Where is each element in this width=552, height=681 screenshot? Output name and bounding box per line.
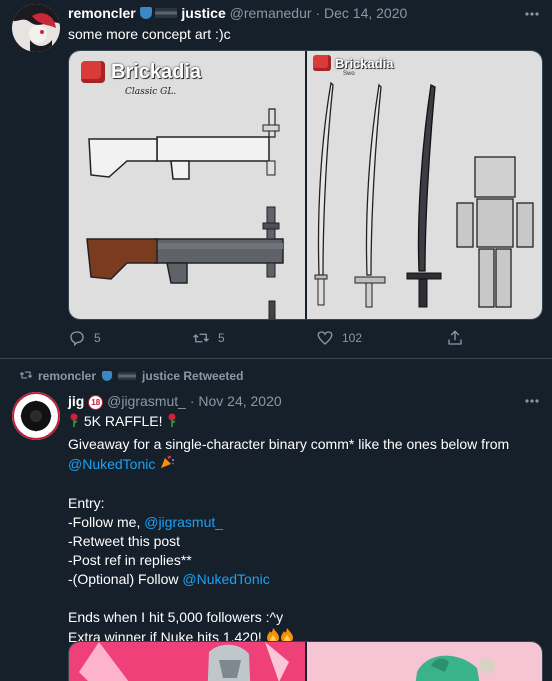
like-button[interactable]: 102 [316,329,362,347]
author-handle[interactable]: @remanedur [230,5,312,21]
entry-item: -(Optional) Follow @NukedTonic [68,571,270,587]
separator: · [189,393,195,409]
swords-sketch [314,81,534,308]
tweet-header: jig 18 @jigrasmut_ · Nov 24, 2020 [68,393,282,410]
separator: · [315,5,321,21]
tweet-header: remoncler justice @remanedur · Dec 14, 2… [68,5,407,21]
entry-item: -Follow me, @jigrasmut_ [68,514,224,530]
ends-line: Ends when I hit 5,000 followers :^y [68,609,284,625]
tweet-card[interactable]: remoncler justice @remanedur · Dec 14, 2… [0,0,552,359]
author-name[interactable]: jig [68,393,84,409]
retweeter-name: remoncler [38,369,97,383]
author-avatar[interactable] [12,392,60,440]
left-logo-text: Brickadia [111,61,202,83]
retweet-icon [193,333,209,343]
tweet-date[interactable]: Nov 24, 2020 [198,393,281,409]
retweeted-label: justice Retweeted [142,369,244,383]
author-name[interactable]: remoncler [68,5,136,21]
giveaway-line: Giveaway for a single-character binary c… [68,436,510,452]
author-avatar[interactable] [12,4,60,52]
commission-example-left[interactable] [69,642,305,681]
retweet-button[interactable]: 5 [192,329,225,347]
tweet-text: 5K RAFFLE! Giveaway for a single-charact… [68,412,540,648]
tweet-media[interactable]: Brickadia Classic GL. Brickadia Swo [68,50,543,320]
author-name-suffix[interactable]: justice [181,5,225,21]
right-caption: Swo [343,71,355,77]
retweet-context[interactable]: remoncler justice Retweeted [19,369,244,383]
brickadia-logo-icon [81,61,105,83]
mention-link[interactable]: @NukedTonic [182,571,269,587]
mention-line: @NukedTonic [68,454,540,475]
tweet-date[interactable]: Dec 14, 2020 [324,5,407,21]
share-icon [448,330,462,345]
left-caption: Classic GL. [125,87,177,97]
commission-example-right[interactable] [307,642,542,681]
concept-art-left[interactable]: Brickadia Classic GL. [69,51,305,319]
share-button[interactable] [446,329,464,347]
tweet-media[interactable] [68,641,543,681]
blue-heart-icon [139,7,152,19]
blue-heart-icon [102,371,113,381]
right-logo-text: Brickadia [335,56,394,71]
reply-count: 5 [94,331,101,345]
tweet-card[interactable]: remoncler justice Retweeted jig 18 @jigr… [0,359,552,681]
retweet-icon [19,371,33,379]
shotgun-sketch [86,108,284,319]
rose-icon [68,413,80,432]
mention-link[interactable]: @NukedTonic [68,456,155,472]
retweet-count: 5 [218,331,225,345]
entry-item: -Retweet this post [68,533,181,549]
author-handle[interactable]: @jigrasmut_ [107,393,186,409]
flag-icon [118,372,137,380]
more-options-icon[interactable] [524,392,540,408]
brickadia-logo-icon [313,55,331,71]
like-count: 102 [342,331,363,345]
tweet-actions: 5 5 102 [68,329,468,349]
reply-button[interactable]: 5 [68,329,101,347]
rose-icon [166,413,178,432]
concept-art-right[interactable]: Brickadia Swo [307,51,542,319]
age-badge: 18 [88,395,104,410]
mention-link[interactable]: @jigrasmut_ [144,514,223,530]
more-options-icon[interactable] [524,5,540,21]
tweet-text: some more concept art :)c [68,26,231,42]
entry-item: -Post ref in replies** [68,552,192,568]
heart-icon [317,331,333,345]
entry-heading: Entry: [68,495,105,511]
flag-icon [155,8,178,18]
reply-icon [70,331,84,347]
raffle-line: 5K RAFFLE! [68,412,540,432]
party-popper-icon [159,454,175,475]
